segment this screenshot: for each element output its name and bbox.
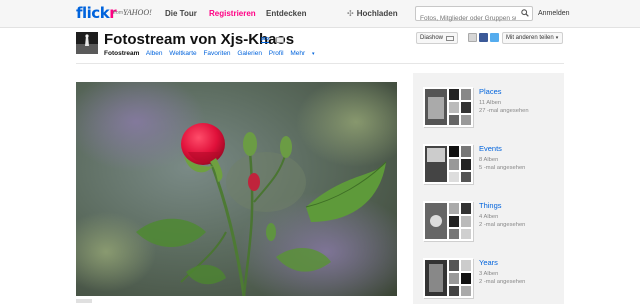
upload-icon: ✣ [347,9,354,18]
nav-tour-link[interactable]: Die Tour [165,9,197,18]
tab-profile[interactable]: Profil [269,50,284,57]
tab-favorites[interactable]: Favoriten [203,50,230,57]
collection-albums: 3 Alben [479,271,499,277]
collection-name[interactable]: Events [479,144,502,153]
profile-subnav: Fotostream Alben Weltkarte Favoriten Gal… [104,50,325,57]
collection-item[interactable]: Things 4 Alben 2 -mal angesehen [423,201,561,251]
logo-text-flick: flick [76,4,110,22]
search-box [415,6,533,25]
collection-item[interactable]: Years 3 Alben 2 -mal angesehen [423,258,561,304]
collection-views: 27 -mal angesehen [479,108,529,114]
tab-map[interactable]: Weltkarte [169,50,196,57]
collection-views: 2 -mal angesehen [479,279,526,285]
collections-sidebar: Places 11 Alben 27 -mal angesehen Events… [413,73,564,304]
main-photo[interactable] [76,82,397,296]
email-share-icon[interactable] [468,33,477,42]
signin-link[interactable]: Anmelden [538,10,570,17]
tab-albums[interactable]: Alben [146,50,163,57]
collection-albums: 4 Alben [479,214,499,220]
collection-name[interactable]: Places [479,87,502,96]
collection-views: 2 -mal angesehen [479,222,526,228]
logo-from: from [113,10,123,16]
collection-thumbnail[interactable] [423,201,473,241]
slideshow-button[interactable]: Diashow [416,32,458,44]
share-button[interactable]: Mit anderen teilen ▾ [502,32,563,44]
collection-albums: 8 Alben [479,157,499,163]
flickr-logo[interactable]: flickr from YAHOO! [76,4,152,22]
collection-thumbnail[interactable] [423,87,473,127]
collection-views: 5 -mal angesehen [479,165,526,171]
slideshow-label: Diashow [420,35,444,41]
header-divider [76,63,564,64]
collection-name[interactable]: Years [479,258,498,267]
collection-thumbnail[interactable] [423,144,473,184]
tab-more[interactable]: Mehr ▾ [290,50,319,57]
search-input[interactable] [416,12,516,25]
collection-item[interactable]: Places 11 Alben 27 -mal angesehen [423,87,561,137]
collection-name[interactable]: Things [479,201,502,210]
chevron-down-icon: ▾ [555,35,559,41]
collection-item[interactable]: Events 8 Alben 5 -mal angesehen [423,144,561,194]
tab-photostream[interactable]: Fotostream [104,50,139,57]
tab-more-label: Mehr [290,50,306,57]
upload-label: Hochladen [356,9,398,18]
user-avatar[interactable] [76,32,98,54]
pro-badge[interactable]: pro [261,36,270,43]
collection-albums: 11 Alben [479,100,502,106]
mail-icon[interactable] [276,37,284,43]
facebook-icon[interactable] [479,33,488,42]
twitter-icon[interactable] [490,33,499,42]
share-label: Mit anderen teilen [506,35,554,41]
photo-caption-stub [76,299,92,303]
nav-register-link[interactable]: Registrieren [209,9,256,18]
collection-thumbnail[interactable] [423,258,473,298]
yahoo-logo: YAHOO! [123,8,152,17]
upload-link[interactable]: ✣ Hochladen [347,9,398,18]
top-navigation-bar: flickr from YAHOO! Die Tour Registrieren… [0,0,640,28]
tab-galleries[interactable]: Galerien [237,50,262,57]
screen-icon [446,36,454,41]
chevron-down-icon: ▾ [312,51,315,57]
nav-discover-link[interactable]: Entdecken [266,9,306,18]
search-icon[interactable] [521,9,529,17]
red-rose-bud-photo [76,82,397,296]
